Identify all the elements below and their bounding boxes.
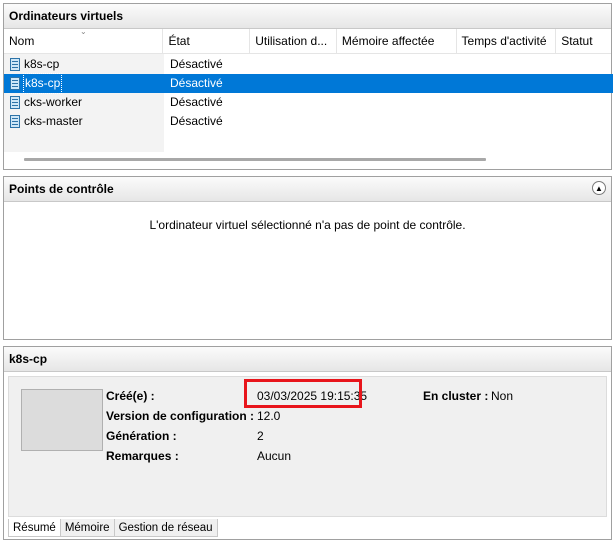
highlight-box — [244, 379, 362, 408]
vm-name: k8s-cp — [24, 57, 60, 71]
generation-label: Génération : — [106, 429, 177, 443]
column-status[interactable]: Statut — [556, 29, 611, 53]
notes-label: Remarques : — [106, 449, 179, 463]
vm-state: Désactivé — [170, 76, 223, 90]
virtual-machine-icon — [10, 58, 20, 71]
created-label: Créé(e) : — [106, 389, 155, 403]
vm-grid: Nom État Utilisation d... Mémoire affect… — [4, 27, 613, 169]
tab-networking[interactable]: Gestion de réseau — [113, 519, 218, 537]
details-tabs: Résumé Mémoire Gestion de réseau — [8, 519, 218, 537]
vm-state: Désactivé — [170, 57, 223, 71]
details-title: k8s-cp — [4, 347, 611, 372]
vm-row-selected[interactable]: k8s-cp Désactivé — [4, 73, 613, 94]
vm-name: cks-worker — [24, 95, 83, 109]
column-cpu-usage[interactable]: Utilisation d... — [250, 29, 337, 53]
tab-summary[interactable]: Résumé — [8, 519, 61, 537]
horizontal-scrollbar[interactable] — [24, 158, 486, 161]
collapse-chevron-up-icon[interactable]: ▲ — [592, 181, 606, 195]
config-version-value: 12.0 — [257, 409, 281, 423]
sort-chevron-icon: ⌄ — [80, 27, 87, 36]
virtual-machine-icon — [10, 115, 20, 128]
vm-row[interactable]: k8s-cp Désactivé — [4, 55, 613, 74]
vm-row[interactable]: cks-master Désactivé — [4, 112, 613, 131]
cluster-label: En cluster : — [423, 389, 489, 403]
column-assigned-memory[interactable]: Mémoire affectée — [337, 29, 457, 53]
virtual-machine-icon — [10, 77, 20, 90]
checkpoints-title-text: Points de contrôle — [9, 182, 114, 196]
tab-memory[interactable]: Mémoire — [59, 519, 115, 537]
config-version-label: Version de configuration : — [106, 409, 255, 423]
vm-name: k8s-cp — [22, 73, 63, 94]
checkpoints-title: Points de contrôle ▲ — [4, 177, 611, 202]
virtual-machine-icon — [10, 96, 20, 109]
generation-value: 2 — [257, 429, 264, 443]
notes-value: Aucun — [257, 449, 292, 463]
vm-row[interactable]: cks-worker Désactivé — [4, 93, 613, 112]
column-state[interactable]: État — [163, 29, 251, 53]
cluster-value: Non — [491, 389, 514, 403]
vm-grid-header: Nom État Utilisation d... Mémoire affect… — [4, 27, 611, 54]
virtual-machines-title: Ordinateurs virtuels — [4, 4, 611, 29]
virtual-machines-panel: Ordinateurs virtuels Nom État Utilisatio… — [3, 3, 613, 170]
column-uptime[interactable]: Temps d'activité — [457, 29, 557, 53]
vm-state: Désactivé — [170, 95, 223, 109]
no-checkpoint-message: L'ordinateur virtuel sélectionné n'a pas… — [149, 218, 466, 232]
vm-state: Désactivé — [170, 114, 223, 128]
vm-thumbnail — [21, 389, 103, 451]
checkpoints-panel: Points de contrôle ▲ L'ordinateur virtue… — [3, 176, 612, 340]
details-panel: k8s-cp Résumé Mémoire Gestion de réseau — [3, 346, 612, 540]
vm-name: cks-master — [24, 114, 83, 128]
